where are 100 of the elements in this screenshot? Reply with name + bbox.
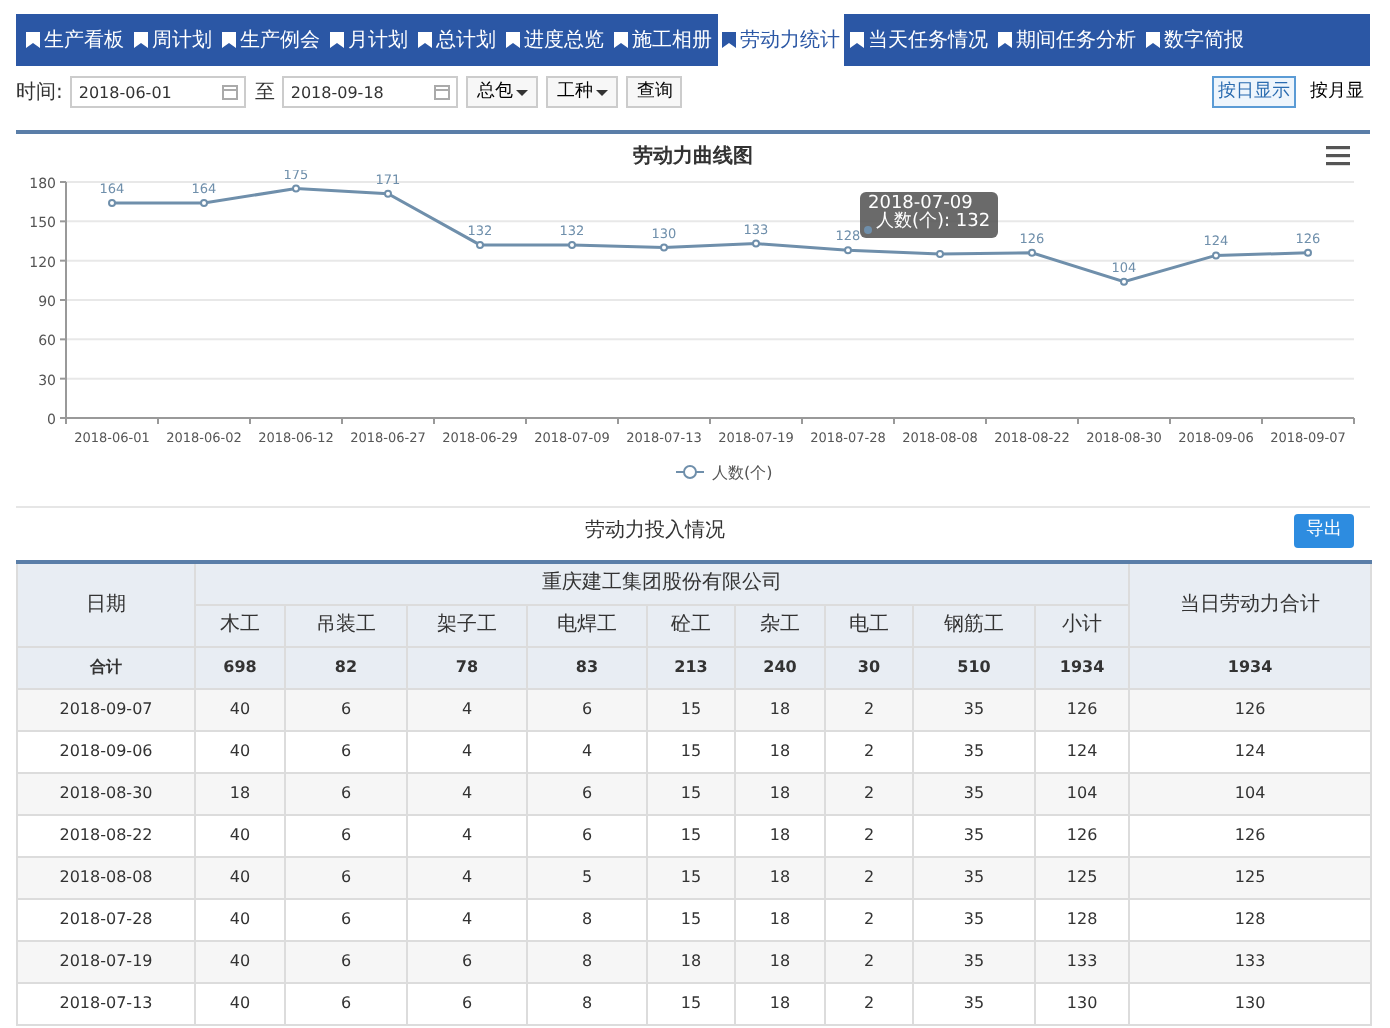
total-cell: 1934 (1035, 646, 1130, 688)
nav-tab[interactable]: 生产例会 (218, 14, 324, 66)
table-cell: 104 (1035, 772, 1130, 814)
data-point (1120, 277, 1128, 286)
total-cell: 合计 (17, 646, 195, 688)
view-toggle[interactable]: 按日显示 (1212, 76, 1296, 108)
bookmark-icon (330, 32, 344, 48)
table-cell: 6 (527, 814, 647, 856)
table-cell: 15 (647, 898, 735, 940)
data-point (1212, 251, 1220, 260)
menu-icon[interactable] (1326, 146, 1350, 166)
table-cell: 2018-07-19 (17, 940, 195, 982)
table-cell: 18 (735, 940, 825, 982)
table-cell: 15 (647, 688, 735, 730)
table-cell: 40 (195, 688, 285, 730)
total-cell: 1934 (1129, 646, 1372, 688)
column-header: 电工 (825, 604, 913, 646)
table-cell: 35 (913, 814, 1035, 856)
table-cell: 40 (195, 940, 285, 982)
to-label: 至 (254, 79, 275, 107)
caret-icon (596, 89, 609, 95)
column-header: 小计 (1035, 604, 1130, 646)
tooltip-title: 2018-07-09 (868, 196, 973, 214)
table-cell: 4 (407, 814, 527, 856)
table-cell: 2 (825, 688, 913, 730)
table-cell: 35 (913, 982, 1035, 1024)
tooltip-text: 人数(个): 132 (874, 214, 991, 234)
bookmark-icon (722, 32, 736, 48)
table-cell: 2 (825, 898, 913, 940)
total-cell: 82 (285, 646, 407, 688)
table-cell: 126 (1035, 688, 1130, 730)
table-cell: 15 (647, 730, 735, 772)
nav-tab[interactable]: 生产看板 (22, 14, 128, 66)
export-button[interactable]: 导出 (1294, 513, 1354, 549)
calendar-icon (434, 84, 451, 100)
dropdown-button[interactable]: 工种 (546, 76, 619, 108)
date-field[interactable]: 2018-06-01 (70, 76, 247, 108)
table-cell: 130 (1035, 982, 1130, 1024)
total-cell: 30 (825, 646, 913, 688)
date-field[interactable]: 2018-09-18 (282, 76, 459, 108)
table-cell: 35 (913, 730, 1035, 772)
table-cell: 6 (407, 940, 527, 982)
table-cell: 15 (647, 982, 735, 1024)
column-header: 砼工 (647, 604, 735, 646)
nav-tab[interactable]: 周计划 (130, 14, 216, 66)
table-cell: 133 (1035, 940, 1130, 982)
table-cell: 2 (825, 982, 913, 1024)
table-cell: 35 (913, 940, 1035, 982)
table-cell: 15 (647, 772, 735, 814)
total-cell: 510 (913, 646, 1035, 688)
nav-tab[interactable]: 劳动力统计 (718, 14, 844, 66)
nav-tab[interactable]: 当天任务情况 (846, 14, 992, 66)
bookmark-icon (418, 32, 432, 48)
bookmark-icon (1146, 32, 1160, 48)
table-cell: 6 (285, 772, 407, 814)
table-cell: 2018-09-06 (17, 730, 195, 772)
nav-tab[interactable]: 数字简报 (1142, 14, 1248, 66)
table-cell: 104 (1129, 772, 1372, 814)
table-cell: 125 (1035, 856, 1130, 898)
nav-tab[interactable]: 月计划 (326, 14, 412, 66)
table-cell: 6 (285, 814, 407, 856)
table-cell: 6 (527, 772, 647, 814)
data-point (844, 246, 852, 255)
dropdown-button[interactable]: 总包 (466, 76, 539, 108)
table-cell: 2 (825, 856, 913, 898)
bookmark-icon (850, 32, 864, 48)
table-cell: 6 (407, 982, 527, 1024)
column-header: 吊装工 (285, 604, 407, 646)
table-cell: 6 (285, 730, 407, 772)
bookmark-icon (26, 32, 40, 48)
nav-tab[interactable]: 总计划 (414, 14, 500, 66)
data-point (108, 199, 116, 207)
table-cell: 40 (195, 814, 285, 856)
table-cell: 40 (195, 982, 285, 1024)
table-cell: 126 (1129, 814, 1372, 856)
table-cell: 35 (913, 772, 1035, 814)
table-cell: 35 (913, 856, 1035, 898)
nav-tab[interactable]: 施工相册 (610, 14, 716, 66)
table-cell: 4 (407, 898, 527, 940)
table-cell: 2 (825, 730, 913, 772)
table-cell: 6 (285, 940, 407, 982)
table-cell: 133 (1129, 940, 1372, 982)
group-header: 重庆建工集团股份有限公司 (195, 562, 1130, 604)
table-cell: 4 (407, 688, 527, 730)
legend-label: 人数(个) (712, 464, 773, 482)
search-button[interactable]: 查询 (626, 76, 683, 108)
nav-tab[interactable]: 期间任务分析 (994, 14, 1140, 66)
time-label: 时间: (16, 79, 63, 107)
table-cell: 8 (527, 940, 647, 982)
bookmark-icon (222, 32, 236, 48)
table-cell: 125 (1129, 856, 1372, 898)
nav-tab[interactable]: 进度总览 (502, 14, 608, 66)
legend-icon (675, 465, 705, 479)
column-header: 电焊工 (527, 604, 647, 646)
table-cell: 18 (735, 688, 825, 730)
total-cell: 213 (647, 646, 735, 688)
table-cell: 6 (285, 856, 407, 898)
table-cell: 2018-08-30 (17, 772, 195, 814)
table-cell: 2018-07-28 (17, 898, 195, 940)
table-cell: 6 (527, 688, 647, 730)
